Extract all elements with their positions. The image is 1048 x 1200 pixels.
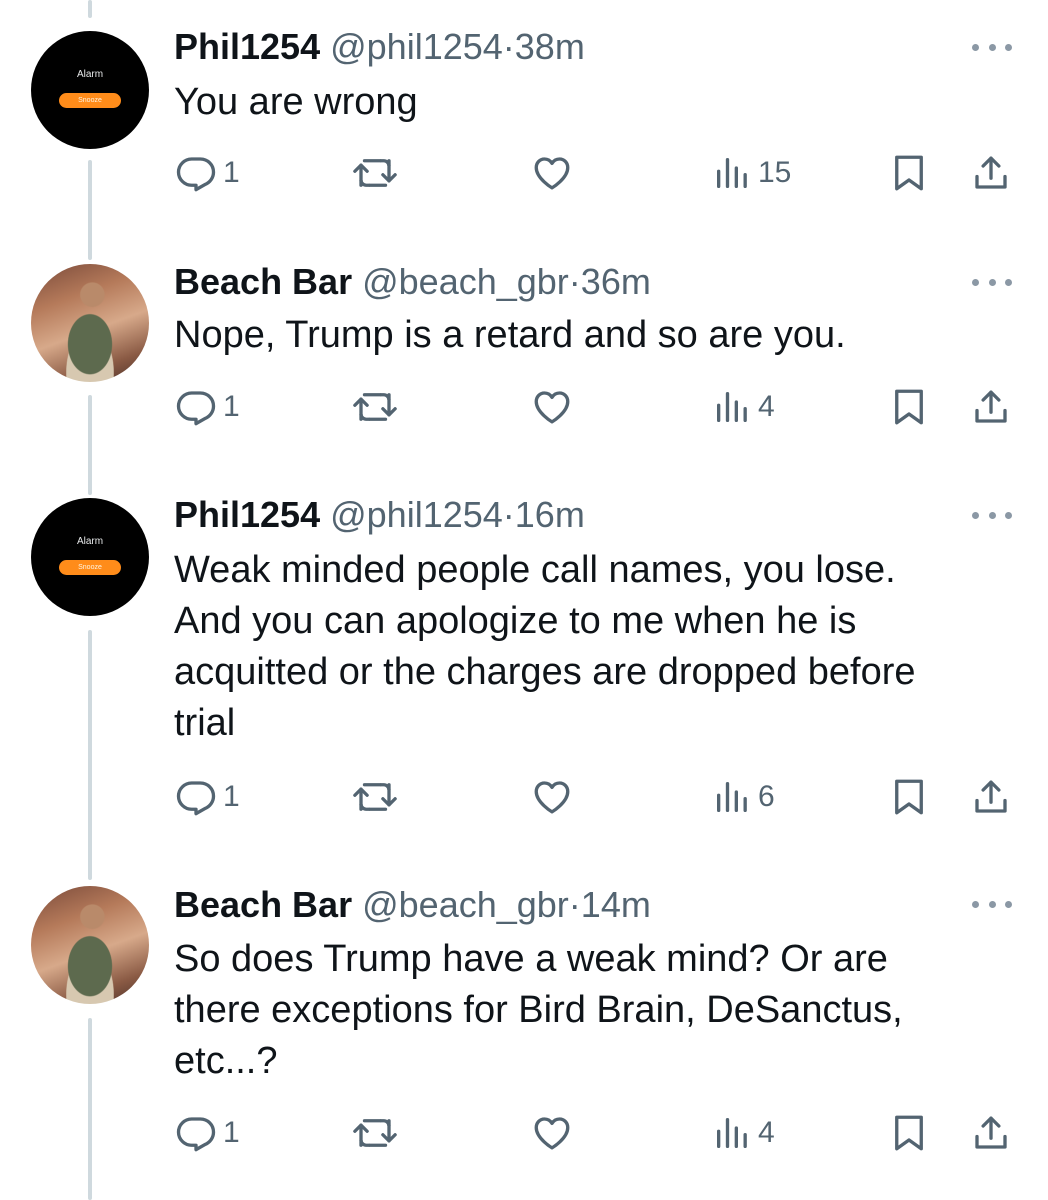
tweet-actions: 1 4 [0,1108,1048,1158]
timestamp[interactable]: 14m [581,884,651,925]
tweet[interactable]: Beach Bar @beach_gbr·14m So does Trump h… [0,0,1048,1200]
views-count: 4 [758,1116,775,1149]
author-handle[interactable]: @beach_gbr [362,884,569,925]
reply-icon [176,1117,216,1152]
tweet-text: So does Trump have a weak mind? Or are t… [174,938,903,1082]
retweet-button[interactable] [350,1108,400,1158]
share-icon [975,1116,1007,1149]
heart-icon [534,1117,570,1150]
like-button[interactable] [530,1108,574,1158]
avatar[interactable] [31,886,149,1004]
bookmark-button[interactable] [888,1108,930,1158]
more-options-icon[interactable] [972,894,1012,914]
author-name[interactable]: Beach Bar [174,884,352,925]
tweet-header: Beach Bar @beach_gbr·14m [174,884,651,926]
reply-button[interactable]: 1 [175,1108,240,1158]
bookmark-icon [895,1115,923,1151]
views-button[interactable]: 4 [712,1108,775,1158]
reply-count: 1 [223,1116,240,1149]
retweet-icon [353,1119,397,1147]
separator: · [568,884,581,925]
share-button[interactable] [970,1108,1012,1158]
views-icon [717,1118,747,1148]
